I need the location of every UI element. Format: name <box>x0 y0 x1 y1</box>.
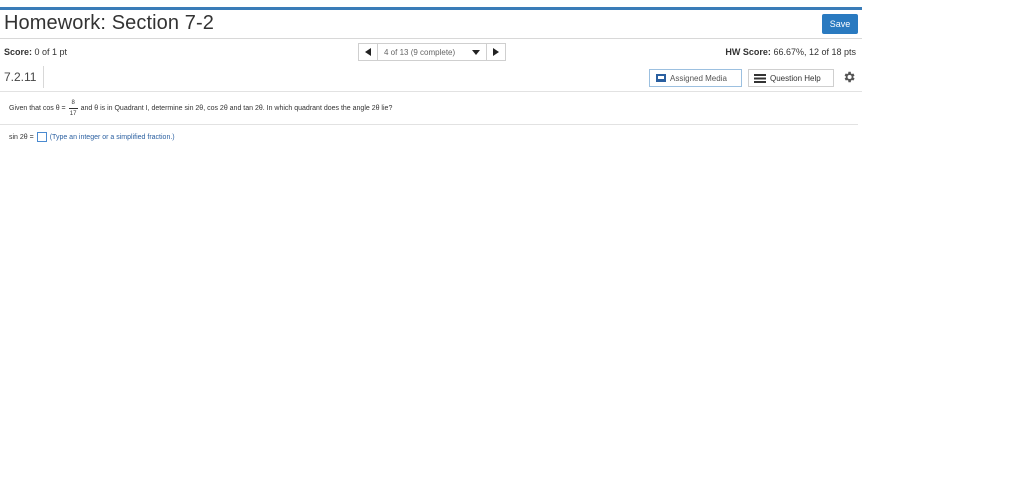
score-display: Score: 0 of 1 pt <box>4 47 67 57</box>
question-suffix: and θ is in Quadrant I, determine sin 2θ… <box>80 105 393 112</box>
question-prefix: Given that cos θ = <box>9 105 66 112</box>
divider <box>0 38 862 39</box>
question-number-divider <box>43 66 44 88</box>
page-title: Homework: Section 7-2 <box>4 12 214 34</box>
divider <box>0 91 862 92</box>
fraction-bar <box>68 108 78 109</box>
question-help-button[interactable]: Question Help <box>748 69 834 87</box>
divider <box>0 124 858 125</box>
top-accent-line <box>0 7 862 10</box>
answer-row: sin 2θ = (Type an integer or a simplifie… <box>9 132 175 142</box>
assigned-media-label: Assigned Media <box>670 73 727 83</box>
question-help-label: Question Help <box>770 73 821 83</box>
hw-score-label: HW Score: <box>725 47 771 57</box>
answer-hint: (Type an integer or a simplified fractio… <box>49 133 175 141</box>
fraction-numerator: 8 <box>71 100 75 106</box>
hw-score-display: HW Score: 66.67%, 12 of 18 pts <box>725 47 856 57</box>
score-label: Score: <box>4 47 33 57</box>
answer-input[interactable] <box>36 132 47 142</box>
question-number: 7.2.11 <box>4 70 37 84</box>
chevron-right-icon <box>493 48 499 56</box>
question-navigator: 4 of 13 (9 complete) <box>358 43 506 61</box>
question-select[interactable]: 4 of 13 (9 complete) <box>378 43 486 61</box>
fraction: 8 17 <box>68 99 78 118</box>
gear-icon[interactable] <box>842 70 856 84</box>
fraction-denominator: 17 <box>69 111 77 117</box>
hw-score-value: 66.67%, 12 of 18 pts <box>773 47 856 57</box>
dropdown-icon <box>472 49 480 55</box>
save-button[interactable]: Save <box>822 14 858 34</box>
next-question-button[interactable] <box>486 43 506 61</box>
media-icon <box>656 74 666 82</box>
previous-question-button[interactable] <box>358 43 378 61</box>
chevron-left-icon <box>365 48 371 56</box>
question-text: Given that cos θ = 8 17 and θ is in Quad… <box>9 99 392 118</box>
answer-label: sin 2θ = <box>9 133 34 141</box>
list-icon <box>754 73 766 83</box>
question-position: 4 of 13 (9 complete) <box>384 47 456 57</box>
assigned-media-button[interactable]: Assigned Media <box>649 69 742 87</box>
score-value: 0 of 1 pt <box>34 47 68 57</box>
